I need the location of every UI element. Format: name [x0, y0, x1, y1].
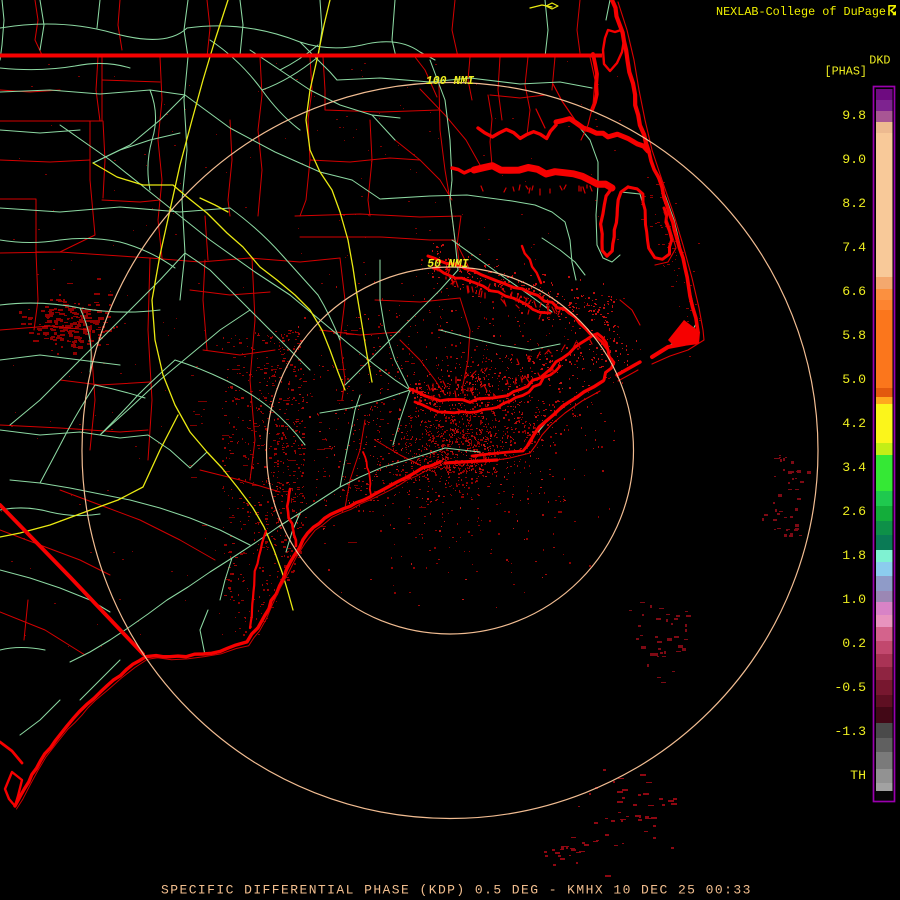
svg-text:8.2: 8.2 [842, 196, 866, 211]
svg-text:7.4: 7.4 [842, 240, 866, 255]
svg-text:TH: TH [850, 768, 866, 783]
svg-text:[PHAS]: [PHAS] [825, 65, 867, 79]
svg-text:9.0: 9.0 [842, 152, 866, 167]
svg-text:6.6: 6.6 [842, 284, 866, 299]
svg-text:5.0: 5.0 [842, 372, 866, 387]
svg-text:-1.3: -1.3 [834, 724, 866, 739]
svg-text:SPECIFIC DIFFERENTIAL PHASE (K: SPECIFIC DIFFERENTIAL PHASE (KDP) 0.5 DE… [161, 883, 752, 898]
svg-text:NEXLAB-College of DuPage: NEXLAB-College of DuPage [716, 5, 886, 19]
svg-text:DKD: DKD [869, 54, 890, 68]
svg-text:100 NMI: 100 NMI [426, 75, 474, 88]
svg-text:4.2: 4.2 [842, 416, 866, 431]
svg-text:1.0: 1.0 [842, 592, 866, 607]
svg-text:3.4: 3.4 [842, 460, 866, 475]
svg-text:50 NMI: 50 NMI [427, 258, 469, 271]
svg-text:5.8: 5.8 [842, 328, 866, 343]
svg-text:9.8: 9.8 [842, 108, 866, 123]
svg-text:0.2: 0.2 [842, 636, 866, 651]
svg-text:-0.5: -0.5 [834, 680, 866, 695]
svg-text:2.6: 2.6 [842, 504, 866, 519]
svg-text:1.8: 1.8 [842, 548, 866, 563]
